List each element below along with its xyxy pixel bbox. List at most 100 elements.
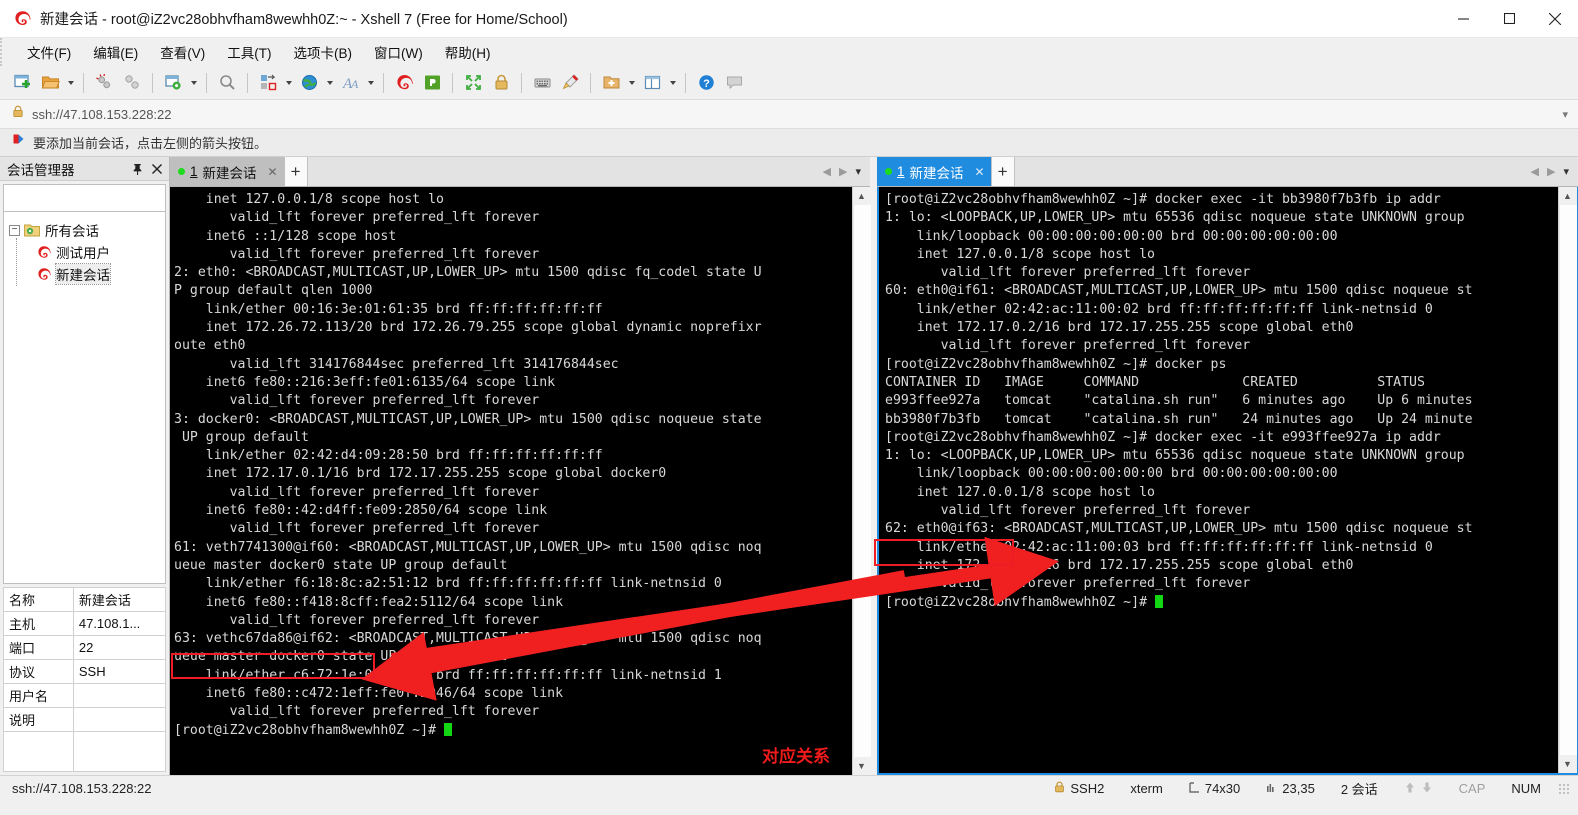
globe-dropdown-icon[interactable] (323, 69, 336, 97)
scrollbar-left[interactable]: ▲ ▼ (852, 187, 871, 775)
tree-node-all-sessions[interactable]: − 所有会话 (4, 219, 165, 241)
add-folder-icon[interactable] (597, 69, 625, 97)
prop-value-host: 47.108.1... (72, 611, 167, 636)
table-row: 用户名 (3, 683, 167, 708)
keyboard-icon[interactable] (528, 69, 556, 97)
xshell-session-icon (37, 245, 51, 259)
new-session-icon[interactable] (8, 69, 36, 97)
chevron-down-icon[interactable]: ▼ (1558, 755, 1577, 773)
terminal-output-left[interactable]: inet 127.0.0.1/8 scope host lo valid_lft… (170, 187, 852, 775)
globe-icon[interactable] (295, 69, 323, 97)
session-properties-icon[interactable] (159, 69, 187, 97)
terminal-line: inet6 ::1/128 scope host (174, 228, 397, 244)
menu-help[interactable]: 帮助(H) (434, 39, 502, 65)
add-tab-button-right[interactable]: + (990, 157, 1015, 186)
menu-tools[interactable]: 工具(T) (216, 39, 282, 65)
tab-new-session-left[interactable]: 1 新建会话 ✕ (170, 157, 284, 186)
chevron-down-icon[interactable]: ▾ (1562, 108, 1568, 121)
terminal-line: valid_lft 314176844sec preferred_lft 314… (174, 356, 619, 372)
chevron-right-icon[interactable]: ▶ (1547, 165, 1555, 178)
menu-window[interactable]: 窗口(W) (363, 39, 434, 65)
terminal-line: 1: lo: <LOOPBACK,UP,LOWER_UP> mtu 65536 … (885, 210, 1465, 226)
terminal-line: UP group default (174, 429, 309, 445)
size-icon (1189, 781, 1200, 796)
pane-divider[interactable] (870, 157, 877, 775)
close-icon[interactable]: ✕ (268, 165, 278, 179)
prop-key-host: 主机 (3, 611, 74, 636)
close-icon[interactable] (148, 159, 165, 179)
terminal-line: valid_lft forever preferred_lft forever (174, 612, 540, 628)
minimize-button[interactable] (1440, 0, 1486, 38)
tab-bar-right: 1 新建会话 ✕ + ◀ ▶ ▾ (877, 157, 1578, 187)
menu-file[interactable]: 文件(F) (16, 39, 82, 65)
close-button[interactable] (1532, 0, 1578, 38)
tab-nav-right: ◀ ▶ ▾ (1531, 157, 1578, 186)
terminal-output-right[interactable]: [root@iZ2vc28obhvfham8wewhh0Z ~]# docker… (879, 187, 1558, 773)
chevron-up-icon[interactable]: ▲ (1558, 187, 1577, 205)
chevron-down-icon[interactable]: ▾ (855, 165, 861, 178)
menu-view[interactable]: 查看(V) (149, 39, 216, 65)
xshell-icon[interactable] (390, 69, 418, 97)
prop-value-description (72, 707, 167, 732)
status-term-type: xterm (1130, 781, 1163, 796)
session-tree[interactable]: − 所有会话 测试用户 新建会话 (3, 212, 166, 584)
prop-value-name: 新建会话 (72, 587, 167, 612)
scrollbar-right[interactable]: ▲ ▼ (1558, 187, 1577, 773)
font-icon[interactable]: A A (336, 69, 364, 97)
window-title: 新建会话 - root@iZ2vc28obhvfham8wewhh0Z:~ - … (40, 12, 568, 28)
chevron-left-icon[interactable]: ◀ (823, 165, 831, 178)
terminal-line: valid_lft forever preferred_lft forever (885, 503, 1251, 519)
xftp-icon[interactable] (418, 69, 446, 97)
scrollbar-track[interactable] (1558, 205, 1577, 755)
tree-node-new-session[interactable]: 新建会话 (4, 263, 165, 285)
title-bar: 新建会话 - root@iZ2vc28obhvfham8wewhh0Z:~ - … (0, 0, 1578, 38)
chevron-right-icon[interactable]: ▶ (839, 165, 847, 178)
menu-edit[interactable]: 编辑(E) (82, 39, 149, 65)
tab-new-session-right[interactable]: 1 新建会话 ✕ (877, 157, 991, 186)
scrollbar-track[interactable] (852, 205, 871, 757)
add-tab-button-left[interactable]: + (283, 157, 308, 186)
fullscreen-icon[interactable] (459, 69, 487, 97)
highlight-icon[interactable] (556, 69, 584, 97)
help-icon[interactable]: ? (692, 69, 720, 97)
menu-tabs[interactable]: 选项卡(B) (283, 39, 364, 65)
add-folder-dropdown-icon[interactable] (625, 69, 638, 97)
reconnect-icon[interactable] (118, 69, 146, 97)
session-search-box[interactable] (3, 184, 199, 212)
chevron-left-icon[interactable]: ◀ (1531, 165, 1539, 178)
notice-bar: 要添加当前会话，点击左侧的箭头按钮。 (0, 129, 1578, 157)
layout-dropdown-icon[interactable] (666, 69, 679, 97)
url-bar[interactable]: ssh://47.108.153.228:22 ▾ (0, 100, 1578, 129)
flag-icon (12, 133, 25, 152)
file-transfer-icon[interactable] (254, 69, 282, 97)
table-row: 端口 22 (3, 635, 167, 660)
session-properties-dropdown-icon[interactable] (187, 69, 200, 97)
open-folder-icon[interactable] (36, 69, 64, 97)
prop-value-port: 22 (72, 635, 167, 660)
open-folder-dropdown-icon[interactable] (64, 69, 77, 97)
chevron-down-icon[interactable]: ▼ (852, 757, 871, 775)
folder-gear-icon (24, 223, 40, 237)
pin-icon[interactable] (129, 159, 146, 179)
lock-icon[interactable] (487, 69, 515, 97)
tree-node-label: 新建会话 (55, 263, 111, 285)
maximize-button[interactable] (1486, 0, 1532, 38)
close-icon[interactable]: ✕ (975, 165, 985, 179)
terminal-line: link/loopback 00:00:00:00:00:00 brd 00:0… (885, 466, 1338, 482)
terminal-line: valid_lft forever preferred_lft forever (174, 246, 540, 262)
font-dropdown-icon[interactable] (364, 69, 377, 97)
disconnect-icon[interactable] (90, 69, 118, 97)
file-transfer-dropdown-icon[interactable] (282, 69, 295, 97)
terminal-line: inet 172.17.0.2/16 brd 172.17.255.255 sc… (885, 320, 1354, 336)
chevron-down-icon[interactable]: ▾ (1563, 165, 1569, 178)
status-num: NUM (1511, 781, 1541, 796)
layout-icon[interactable] (638, 69, 666, 97)
tree-expander-icon[interactable]: − (9, 224, 20, 236)
search-input[interactable] (8, 190, 184, 206)
tree-node-test-user[interactable]: 测试用户 (4, 241, 165, 263)
resize-grip[interactable] (1558, 782, 1570, 795)
status-transfer (1391, 781, 1446, 797)
comment-icon[interactable] (720, 69, 748, 97)
find-icon[interactable] (213, 69, 241, 97)
chevron-up-icon[interactable]: ▲ (852, 187, 871, 205)
